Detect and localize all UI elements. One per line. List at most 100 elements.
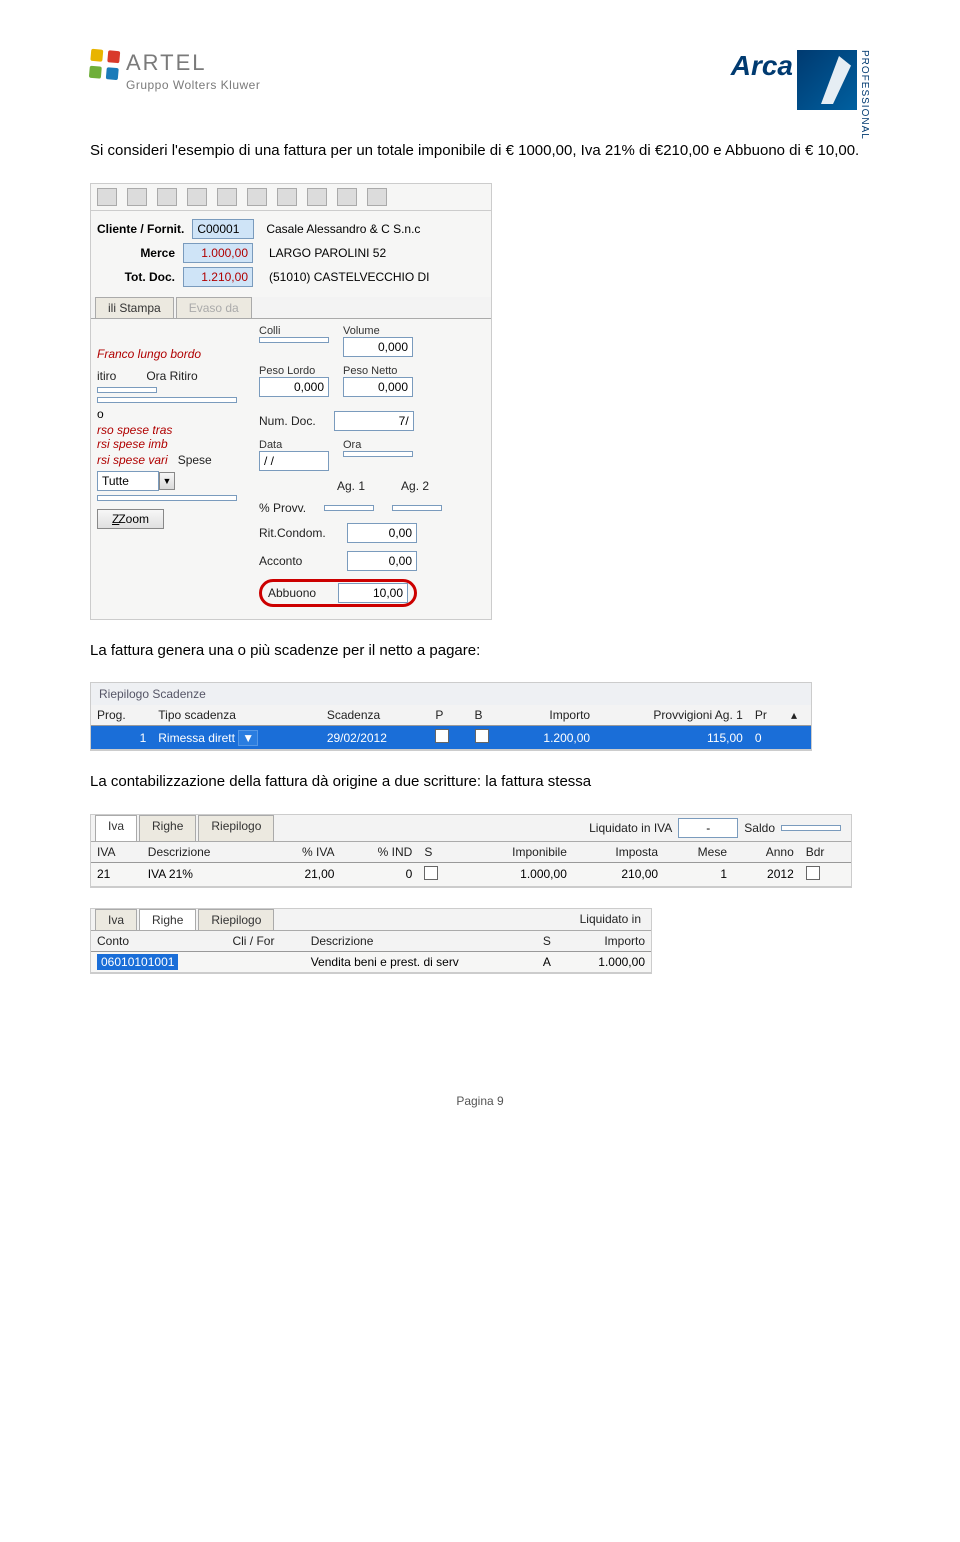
numdoc-input[interactable]: 7/ — [334, 411, 414, 431]
col-s2: S — [537, 931, 566, 952]
page-header: ARTEL Gruppo Wolters Kluwer Arca PROFESS… — [90, 50, 870, 110]
artel-icon — [89, 49, 122, 82]
artel-subtitle: Gruppo Wolters Kluwer — [126, 78, 260, 92]
toolbar-icon[interactable] — [217, 188, 237, 206]
iva-panel: Iva Righe Riepilogo Liquidato in IVA - S… — [90, 814, 852, 888]
ritiro-input[interactable] — [97, 387, 157, 393]
col-desc: Descrizione — [142, 842, 267, 863]
col-imp: Imponibile — [462, 842, 573, 863]
numdoc-label: Num. Doc. — [259, 414, 316, 428]
scroll-up-icon[interactable]: ▴ — [785, 705, 811, 726]
tab-iva2[interactable]: Iva — [95, 909, 137, 930]
iva-table: IVA Descrizione % IVA % IND S Imponibile… — [91, 842, 851, 887]
col-b: B — [469, 705, 508, 726]
artel-logo: ARTEL Gruppo Wolters Kluwer — [90, 50, 260, 92]
col-conto: Conto — [91, 931, 226, 952]
col-importo: Importo — [508, 705, 596, 726]
tab-evaso[interactable]: Evaso da — [176, 297, 252, 318]
blank-input[interactable] — [97, 397, 237, 403]
liquidato-input[interactable]: - — [678, 818, 738, 838]
spese-dropdown[interactable]: Tutte ▼ — [97, 471, 175, 491]
arca-icon — [797, 50, 857, 110]
tab-riepilogo2[interactable]: Riepilogo — [198, 909, 274, 930]
col-pr: Pr — [749, 705, 785, 726]
zoom-button[interactable]: ZZoom — [97, 509, 164, 529]
col-pctiva: % IVA — [266, 842, 340, 863]
tab-righe2[interactable]: Righe — [139, 909, 196, 930]
chevron-down-icon: ▼ — [159, 472, 175, 490]
toolbar-icon[interactable] — [187, 188, 207, 206]
colli-input[interactable] — [259, 337, 329, 343]
col-desc2: Descrizione — [305, 931, 537, 952]
ora-input[interactable] — [343, 451, 413, 457]
franco-text: Franco lungo bordo — [97, 347, 247, 361]
spese-tras: rso spese tras — [97, 423, 247, 437]
arca-name: Arca — [731, 50, 793, 82]
col-scad: Scadenza — [321, 705, 430, 726]
col-prov: Provvigioni Ag. 1 — [596, 705, 749, 726]
pesolordo-input[interactable]: 0,000 — [259, 377, 329, 397]
volume-input[interactable]: 0,000 — [343, 337, 413, 357]
cliente-code-input[interactable]: C00001 — [192, 219, 254, 239]
merce-label: Merce — [97, 246, 177, 260]
tab-riepilogo[interactable]: Riepilogo — [198, 815, 274, 841]
liquidato-label2: Liquidato in — [580, 912, 641, 926]
toolbar-icon[interactable] — [367, 188, 387, 206]
toolbar-icon[interactable] — [277, 188, 297, 206]
ritcondom-input[interactable]: 0,00 — [347, 523, 417, 543]
abbuono-label: Abbuono — [268, 586, 328, 600]
page-number: Pagina 9 — [90, 1094, 870, 1108]
table-row[interactable]: 1 Rimessa dirett ▼ 29/02/2012 1.200,00 1… — [91, 726, 811, 750]
toolbar-icon[interactable] — [127, 188, 147, 206]
col-prog: Prog. — [91, 705, 152, 726]
addr2: (51010) CASTELVECCHIO DI — [259, 270, 430, 284]
toolbar-icon[interactable] — [157, 188, 177, 206]
spese-imb: rsi spese imb — [97, 437, 247, 451]
toolbar-icon[interactable] — [337, 188, 357, 206]
colli-label: Colli — [259, 325, 329, 337]
totdoc-input[interactable]: 1.210,00 — [183, 267, 253, 287]
ora-label: Ora — [343, 439, 413, 451]
provv2-input[interactable] — [392, 505, 442, 511]
riepilogo-title: Riepilogo Scadenze — [91, 683, 811, 705]
blank-input[interactable] — [97, 495, 237, 501]
pesonetto-input[interactable]: 0,000 — [343, 377, 413, 397]
spese-vari: rsi spese vari — [97, 453, 168, 467]
tab-righe[interactable]: Righe — [139, 815, 196, 841]
righe-table: Conto Cli / For Descrizione S Importo 06… — [91, 931, 651, 973]
col-p: P — [429, 705, 468, 726]
riepilogo-scadenze: Riepilogo Scadenze Prog. Tipo scadenza S… — [90, 682, 812, 751]
invoice-form: Cliente / Fornit. C00001 Casale Alessand… — [90, 183, 492, 620]
data-input[interactable]: / / — [259, 451, 329, 471]
tab-stampa[interactable]: ili Stampa — [95, 297, 174, 318]
col-tipo: Tipo scadenza — [152, 705, 321, 726]
cliente-label: Cliente / Fornit. — [97, 222, 186, 236]
para2: La fattura genera una o più scadenze per… — [90, 640, 870, 663]
merce-input[interactable]: 1.000,00 — [183, 243, 253, 263]
table-row[interactable]: 06010101001 Vendita beni e prest. di ser… — [91, 951, 651, 972]
data-label: Data — [259, 439, 329, 451]
table-row[interactable]: 21 IVA 21% 21,00 0 1.000,00 210,00 1 201… — [91, 862, 851, 886]
toolbar-icon[interactable] — [307, 188, 327, 206]
spese-label: Spese — [178, 453, 212, 467]
intro-paragraph: Si consideri l'esempio di una fattura pe… — [90, 140, 870, 163]
pesonetto-label: Peso Netto — [343, 365, 413, 377]
toolbar-icon[interactable] — [247, 188, 267, 206]
tab-iva[interactable]: Iva — [95, 815, 137, 841]
ritcondom-label: Rit.Condom. — [259, 526, 329, 540]
col-imp2: Importo — [566, 931, 651, 952]
ag2-label: Ag. 2 — [401, 479, 429, 493]
acconto-input[interactable]: 0,00 — [347, 551, 417, 571]
ritiro-label: itiro — [97, 369, 116, 383]
toolbar-icon[interactable] — [97, 188, 117, 206]
provv-label: % Provv. — [259, 501, 306, 515]
col-imposta: Imposta — [573, 842, 664, 863]
totdoc-label: Tot. Doc. — [97, 270, 177, 284]
liquidato-label: Liquidato in IVA — [589, 821, 672, 835]
provv1-input[interactable] — [324, 505, 374, 511]
cliente-name: Casale Alessandro & C S.n.c — [260, 222, 420, 236]
abbuono-input[interactable]: 10,00 — [338, 583, 408, 603]
pesolordo-label: Peso Lordo — [259, 365, 329, 377]
scadenze-table: Prog. Tipo scadenza Scadenza P B Importo… — [91, 705, 811, 750]
saldo-input[interactable] — [781, 825, 841, 831]
